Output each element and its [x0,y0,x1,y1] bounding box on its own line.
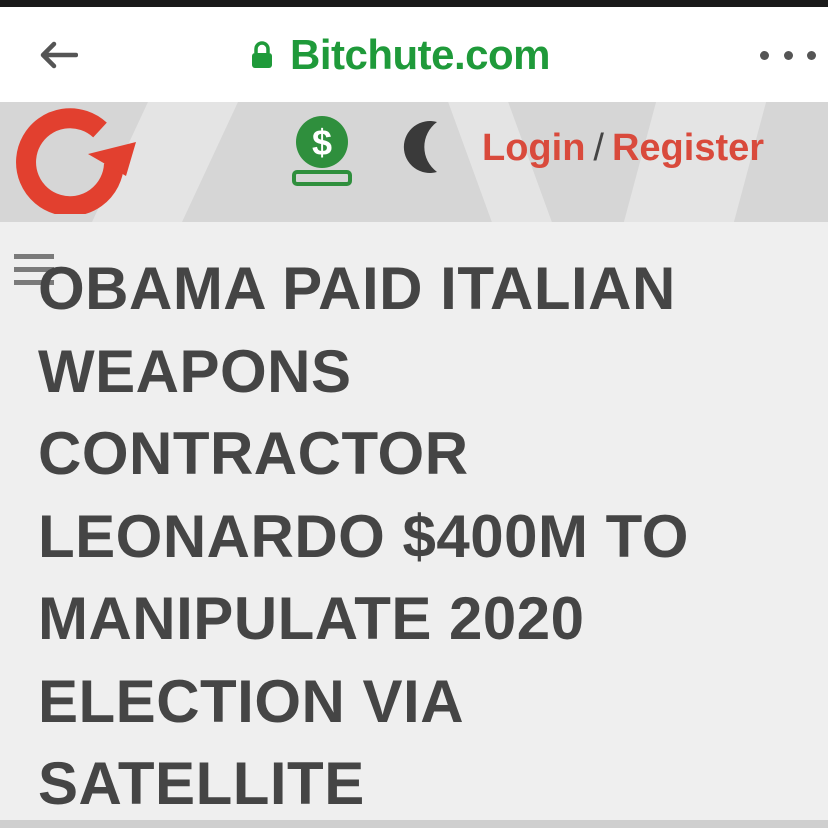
url-field[interactable]: Bitchute.com [250,27,551,83]
top-edge [0,0,828,7]
bottom-edge [0,820,828,828]
back-arrow-icon [40,41,78,69]
headline-line: OBAMA PAID ITALIAN [38,255,676,322]
article-headline: OBAMA PAID ITALIAN WEAPONS CONTRACTOR LE… [38,248,808,826]
headline-line: CONTRACTOR [38,420,469,487]
svg-text:$: $ [312,122,332,163]
url-text: Bitchute.com [290,31,551,78]
auth-links: Login / Register [482,124,764,172]
site-header: $ Login / Register [0,102,828,222]
headline-line: LEONARDO $400M TO [38,502,689,570]
headline-line: SATELLITE [38,750,365,817]
headline-line: ELECTION VIA [38,667,465,735]
bitchute-logo[interactable] [8,102,136,214]
headline-line: MANIPULATE 2020 [38,585,585,652]
article: OBAMA PAID ITALIAN WEAPONS CONTRACTOR LE… [0,222,828,828]
moon-icon[interactable] [393,116,453,178]
register-link[interactable]: Register [612,127,764,170]
login-link[interactable]: Login [482,127,585,170]
back-button[interactable] [34,33,82,77]
dollar-donate-icon[interactable]: $ [288,112,356,188]
headline-line: WEAPONS [38,337,352,405]
more-options-icon[interactable] [760,45,816,65]
lock-icon [250,39,276,71]
auth-separator: / [593,126,604,169]
browser-address-bar: Bitchute.com [0,7,828,102]
